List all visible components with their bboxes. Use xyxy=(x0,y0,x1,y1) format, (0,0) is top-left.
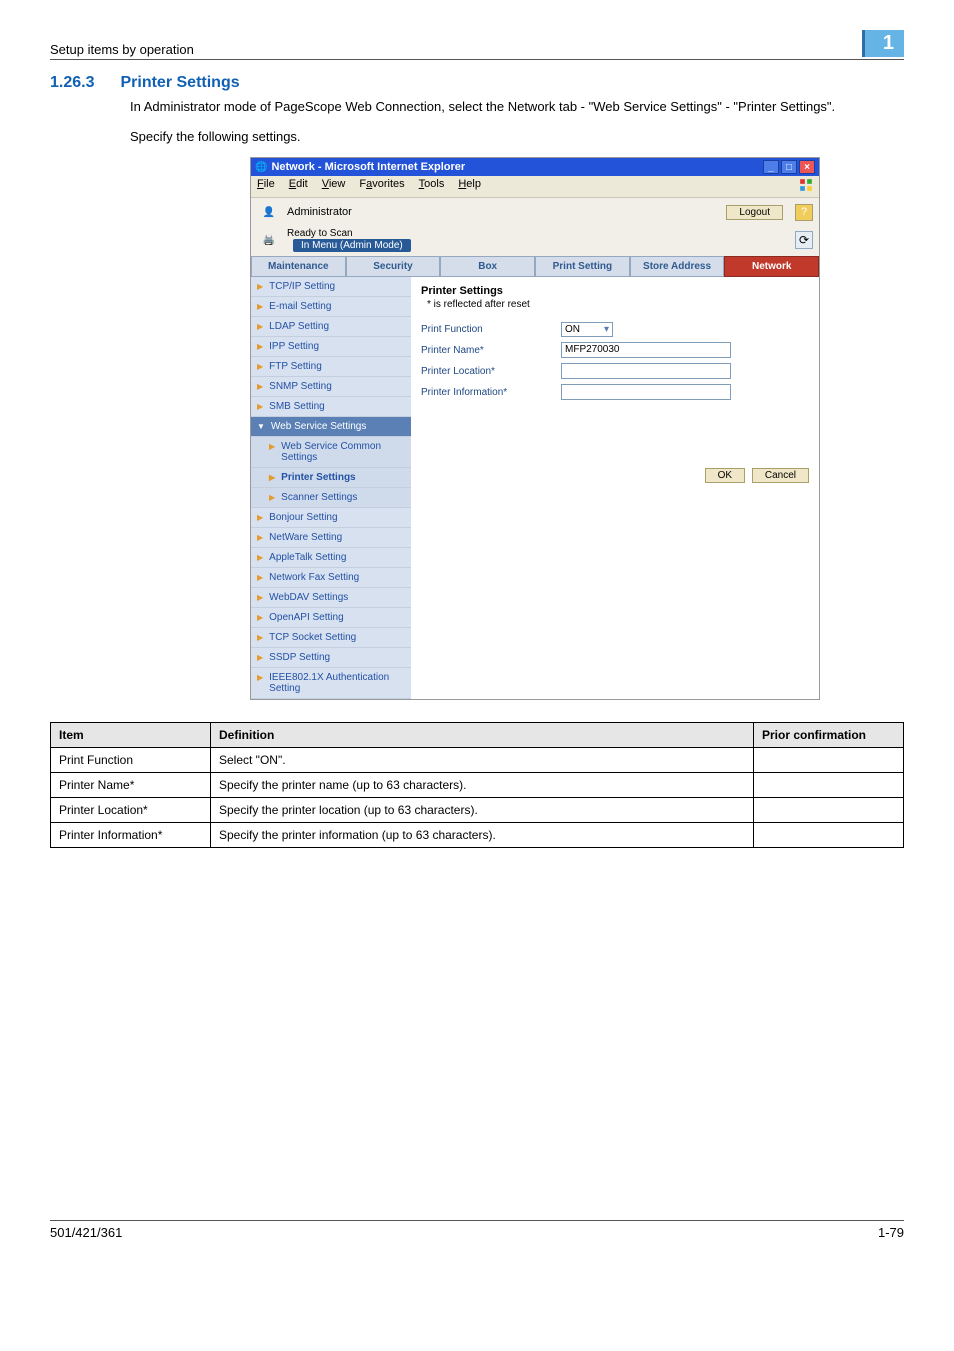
table-cell: Specify the printer information (up to 6… xyxy=(211,823,754,848)
input-printer-name-[interactable]: MFP270030 xyxy=(561,342,731,358)
menu-file[interactable]: File xyxy=(257,178,275,195)
tab-maintenance[interactable]: Maintenance xyxy=(251,256,346,277)
content-title: Printer Settings xyxy=(421,285,809,297)
table-header: Prior confirmation xyxy=(754,723,904,748)
sidebar-item-printer-settings[interactable]: ▶Printer Settings xyxy=(251,468,411,488)
content-note: * is reflected after reset xyxy=(427,299,809,310)
window-title: Network - Microsoft Internet Explorer xyxy=(271,161,763,173)
sidebar-item-tcp-socket-setting[interactable]: ▶TCP Socket Setting xyxy=(251,628,411,648)
menu-favorites[interactable]: Favorites xyxy=(359,178,404,195)
menu-help[interactable]: Help xyxy=(458,178,481,195)
table-cell xyxy=(754,773,904,798)
breadcrumb: Setup items by operation xyxy=(50,42,194,57)
definition-table: ItemDefinitionPrior confirmation Print F… xyxy=(50,722,904,848)
instruction-paragraph: Specify the following settings. xyxy=(130,128,904,146)
footer-right: 1-79 xyxy=(878,1225,904,1240)
tab-store-address[interactable]: Store Address xyxy=(630,256,725,277)
table-cell: Specify the printer location (up to 63 c… xyxy=(211,798,754,823)
table-header: Item xyxy=(51,723,211,748)
input-printer-location-[interactable] xyxy=(561,363,731,379)
sidebar-item-ssdp-setting[interactable]: ▶SSDP Setting xyxy=(251,648,411,668)
status-text: Ready to Scan xyxy=(287,228,411,239)
sidebar-item-ldap-setting[interactable]: ▶LDAP Setting xyxy=(251,317,411,337)
footer-left: 501/421/361 xyxy=(50,1225,122,1240)
ie-logo-icon xyxy=(799,178,813,195)
window-minimize-button[interactable]: _ xyxy=(763,160,779,174)
cancel-button[interactable]: Cancel xyxy=(752,468,809,483)
sidebar-item-scanner-settings[interactable]: ▶Scanner Settings xyxy=(251,488,411,508)
help-button[interactable]: ? xyxy=(795,204,813,221)
field-label: Printer Information* xyxy=(421,387,551,398)
admin-label: Administrator xyxy=(287,206,352,218)
table-cell: Select "ON". xyxy=(211,748,754,773)
sidebar-item-web-service-settings[interactable]: ▼Web Service Settings xyxy=(251,417,411,437)
input-printer-information-[interactable] xyxy=(561,384,731,400)
sidebar-item-ftp-setting[interactable]: ▶FTP Setting xyxy=(251,357,411,377)
reload-button[interactable]: ⟳ xyxy=(795,231,813,249)
tab-box[interactable]: Box xyxy=(440,256,535,277)
admin-icon: 👤 xyxy=(257,202,281,222)
select-print-function[interactable]: ON ▾ xyxy=(561,322,613,337)
menu-bar: File Edit View Favorites Tools Help xyxy=(251,176,819,198)
sidebar-item-webdav-settings[interactable]: ▶WebDAV Settings xyxy=(251,588,411,608)
table-header: Definition xyxy=(211,723,754,748)
menu-tools[interactable]: Tools xyxy=(419,178,445,195)
sidebar-item-smb-setting[interactable]: ▶SMB Setting xyxy=(251,397,411,417)
sidebar-item-snmp-setting[interactable]: ▶SNMP Setting xyxy=(251,377,411,397)
mode-pill: In Menu (Admin Mode) xyxy=(293,239,411,252)
table-cell xyxy=(754,823,904,848)
tab-security[interactable]: Security xyxy=(346,256,441,277)
sidebar-item-tcp-ip-setting[interactable]: ▶TCP/IP Setting xyxy=(251,277,411,297)
field-label: Printer Location* xyxy=(421,366,551,377)
menu-edit[interactable]: Edit xyxy=(289,178,308,195)
window-maximize-button[interactable]: □ xyxy=(781,160,797,174)
sidebar-item-appletalk-setting[interactable]: ▶AppleTalk Setting xyxy=(251,548,411,568)
sidebar-item-network-fax-setting[interactable]: ▶Network Fax Setting xyxy=(251,568,411,588)
tab-print-setting[interactable]: Print Setting xyxy=(535,256,630,277)
logout-button[interactable]: Logout xyxy=(726,205,783,220)
table-cell: Printer Information* xyxy=(51,823,211,848)
sidebar-item-ipp-setting[interactable]: ▶IPP Setting xyxy=(251,337,411,357)
table-cell xyxy=(754,748,904,773)
sidebar-item-ieee802-1x-authentication-setting[interactable]: ▶IEEE802.1X Authentication Setting xyxy=(251,668,411,699)
sidebar-item-e-mail-setting[interactable]: ▶E-mail Setting xyxy=(251,297,411,317)
section-number: 1.26.3 xyxy=(50,74,94,92)
sidebar-item-web-service-common-settings[interactable]: ▶Web Service Common Settings xyxy=(251,437,411,468)
table-cell: Specify the printer name (up to 63 chara… xyxy=(211,773,754,798)
table-cell xyxy=(754,798,904,823)
menu-view[interactable]: View xyxy=(322,178,346,195)
field-label: Print Function xyxy=(421,324,551,335)
screenshot-window: 🌐 Network - Microsoft Internet Explorer … xyxy=(250,157,820,700)
window-close-button[interactable]: × xyxy=(799,160,815,174)
tab-network[interactable]: Network xyxy=(724,256,819,277)
sidebar-item-bonjour-setting[interactable]: ▶Bonjour Setting xyxy=(251,508,411,528)
sidebar-item-openapi-setting[interactable]: ▶OpenAPI Setting xyxy=(251,608,411,628)
table-cell: Printer Location* xyxy=(51,798,211,823)
intro-paragraph: In Administrator mode of PageScope Web C… xyxy=(130,98,904,116)
table-cell: Print Function xyxy=(51,748,211,773)
field-label: Printer Name* xyxy=(421,345,551,356)
ie-icon: 🌐 xyxy=(255,162,267,173)
sidebar-item-netware-setting[interactable]: ▶NetWare Setting xyxy=(251,528,411,548)
section-title: Printer Settings xyxy=(120,74,239,92)
chapter-badge: 1 xyxy=(862,30,904,57)
printer-status-icon: 🖨️ xyxy=(257,230,281,250)
table-cell: Printer Name* xyxy=(51,773,211,798)
ok-button[interactable]: OK xyxy=(705,468,745,483)
